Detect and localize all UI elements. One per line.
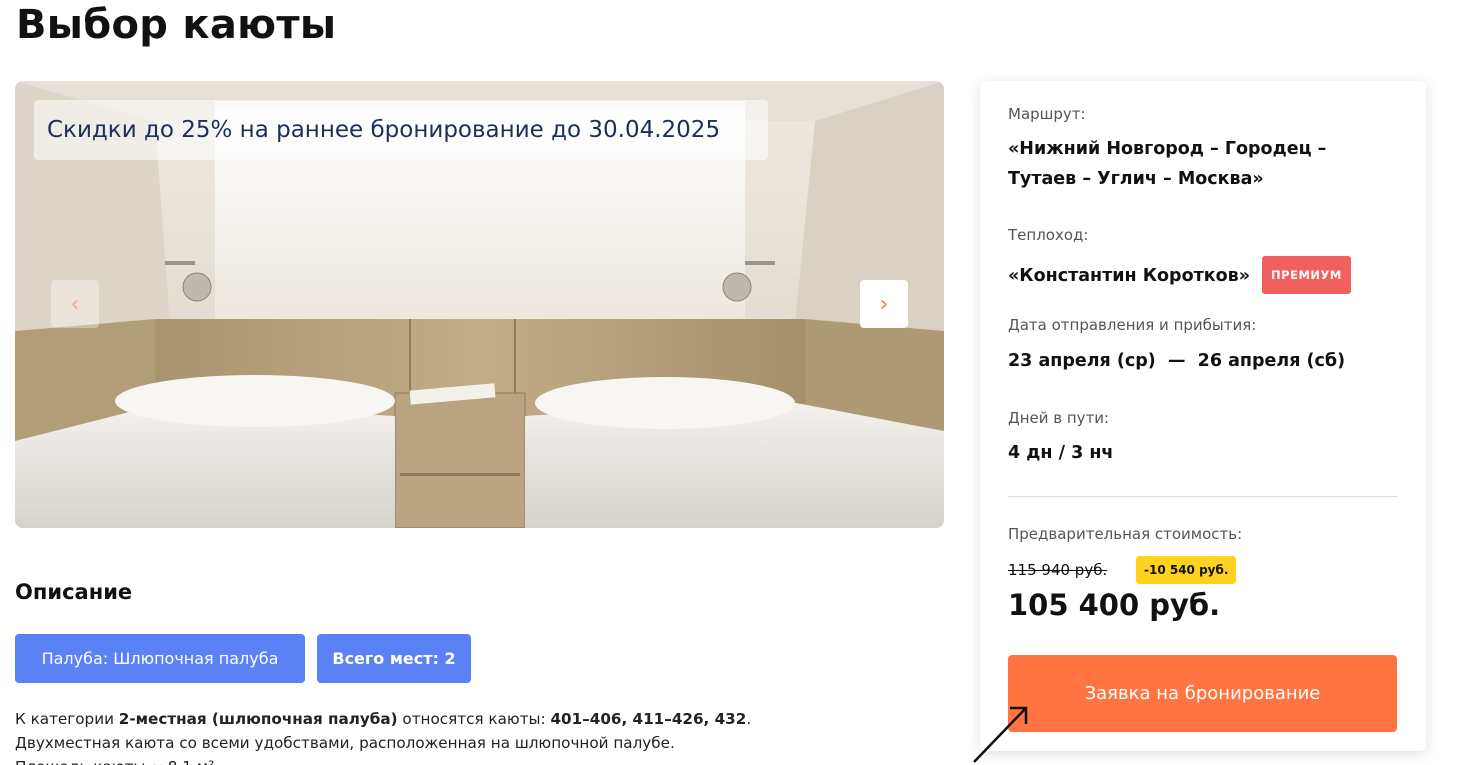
description-prefix: К категории [15,710,119,728]
description-line-2: Двухместная каюта со всеми удобствами, р… [15,734,675,752]
chevron-left-icon: ‹ [70,291,80,317]
description-line-1: К категории 2-местная (шлюпочная палуба)… [15,707,915,731]
chevron-right-icon: › [879,291,889,317]
cabin-numbers: 401–406, 411–426, 432 [550,710,747,728]
cabin-photo-gallery[interactable]: Скидки до 25% на раннее бронирование до … [15,81,944,528]
ship-name: «Константин Коротков» [1008,266,1251,286]
description-text: К категории 2-местная (шлюпочная палуба)… [15,707,915,765]
route-line-2: Тутаев – Углич – Москва» [1008,169,1264,189]
divider [1008,496,1397,497]
description-title: Описание [15,580,133,604]
ship-value: «Константин Коротков» ПРЕМИУМ [1008,256,1351,294]
days-label: Дней в пути: [1008,409,1110,427]
description-mid: относятся каюты: [397,710,551,728]
new-price: 105 400 руб. [1008,588,1221,622]
cabin-category: 2-местная (шлюпочная палуба) [118,710,398,728]
gallery-next-button[interactable]: › [860,280,908,328]
promo-banner: Скидки до 25% на раннее бронирование до … [34,100,768,160]
description-line-3: Площадь каюты ≈ 8,1 м² [15,755,915,765]
dates-label: Дата отправления и прибытия: [1008,316,1257,334]
places-chip: Всего мест: 2 [317,634,471,683]
description-end: . [746,710,752,728]
ship-label: Теплоход: [1008,226,1089,244]
arrow-cursor-icon [973,706,1028,763]
gallery-prev-button[interactable]: ‹ [51,280,99,328]
days-value: 4 дн / 3 нч [1008,443,1114,463]
route-line-1: «Нижний Новгород – Городец – [1008,139,1327,159]
booking-summary-card: Маршрут: «Нижний Новгород – Городец – Ту… [980,81,1426,751]
premium-badge: ПРЕМИУМ [1262,256,1351,294]
deck-chip: Палуба: Шлюпочная палуба [15,634,305,683]
booking-request-button[interactable]: Заявка на бронирование [1008,655,1397,732]
discount-badge: -10 540 руб. [1136,556,1237,584]
old-price: 115 940 руб. [1008,561,1108,579]
page-title: Выбор каюты [16,2,337,48]
dates-value: 23 апреля (ср) — 26 апреля (сб) [1008,351,1346,371]
route-label: Маршрут: [1008,105,1086,123]
price-label: Предварительная стоимость: [1008,525,1243,543]
